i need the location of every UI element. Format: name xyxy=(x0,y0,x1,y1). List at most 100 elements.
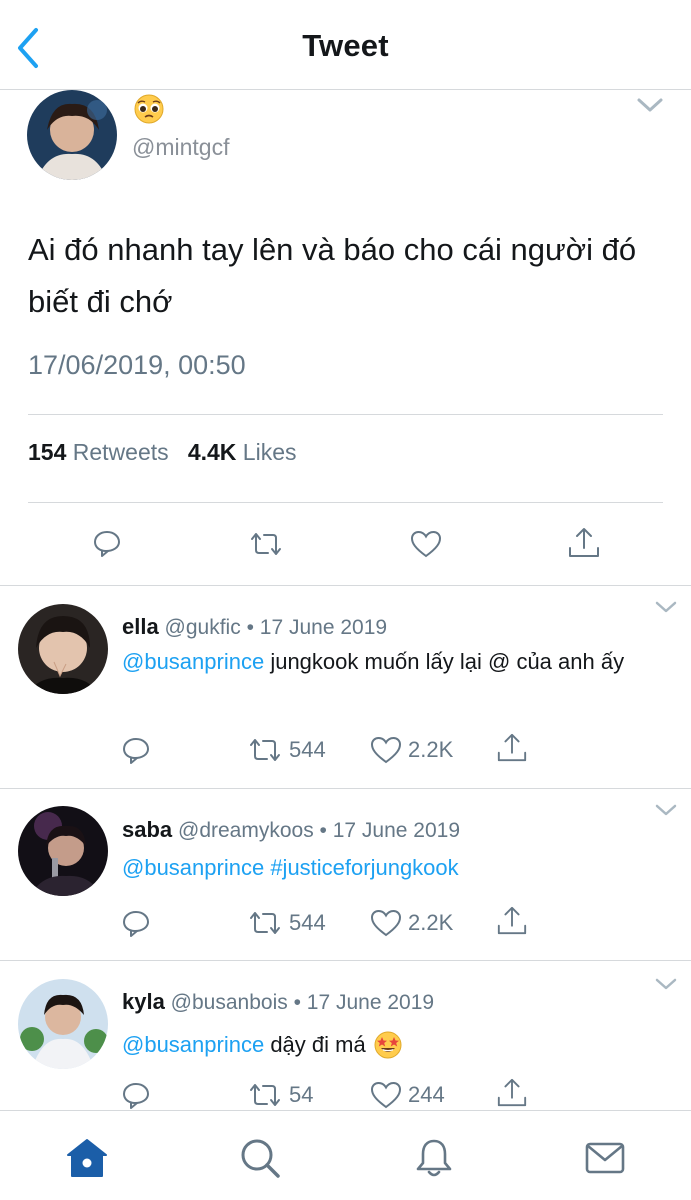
reply-button[interactable] xyxy=(121,908,157,938)
reply-header: saba @dreamykoos • 17 June 2019 xyxy=(122,817,460,843)
reply-tweet[interactable]: kyla @busanbois • 17 June 2019 @busanpri… xyxy=(0,961,691,1110)
chevron-down-icon xyxy=(655,804,677,816)
mention-link[interactable]: @busanprince xyxy=(122,1029,264,1061)
likes-count: 4.4K xyxy=(187,439,237,465)
search-icon xyxy=(241,1139,280,1178)
share-icon xyxy=(497,906,527,935)
reply-date: • 17 June 2019 xyxy=(246,616,388,639)
hashtag-link[interactable]: #justiceforjungkook xyxy=(264,855,458,880)
share-button[interactable] xyxy=(496,1077,534,1109)
share-button[interactable] xyxy=(496,732,534,764)
reply-button[interactable] xyxy=(92,528,122,563)
chevron-down-icon xyxy=(655,601,677,613)
tab-search[interactable] xyxy=(235,1133,285,1183)
share-icon xyxy=(497,733,527,762)
reply-display-name[interactable]: saba xyxy=(122,817,172,842)
star-struck-emoji-icon xyxy=(374,1031,402,1059)
reply-text: @busanprince dậy đi má xyxy=(122,1029,642,1061)
heart-icon xyxy=(370,736,402,764)
avatar[interactable] xyxy=(18,979,108,1069)
avatar[interactable] xyxy=(18,806,108,896)
comment-icon xyxy=(123,1083,150,1109)
reply-handle[interactable]: @gukfic xyxy=(165,616,241,639)
chevron-down-icon xyxy=(655,978,677,990)
home-icon xyxy=(67,1139,107,1177)
retweets-stat[interactable]: 154 Retweets xyxy=(28,439,169,465)
heart-icon xyxy=(370,1081,402,1109)
like-button[interactable]: 244 xyxy=(370,1081,445,1109)
display-name-emoji xyxy=(132,94,168,124)
top-bar: Tweet xyxy=(0,0,691,90)
avatar[interactable] xyxy=(18,604,108,694)
retweet-icon xyxy=(251,533,281,555)
reply-header: ella @gukfic • 17 June 2019 xyxy=(122,614,387,640)
heart-icon xyxy=(410,530,442,558)
reply-text-body: jungkook muốn lấy lại @ của anh ấy xyxy=(264,649,625,674)
likes-label: Likes xyxy=(242,439,297,465)
reply-header: kyla @busanbois • 17 June 2019 xyxy=(122,989,434,1015)
bottom-tab-bar xyxy=(0,1110,691,1200)
heart-icon xyxy=(370,909,402,937)
retweet-icon xyxy=(250,912,280,934)
mention-link[interactable]: @busanprince xyxy=(122,649,264,674)
share-icon xyxy=(569,528,599,557)
divider xyxy=(28,502,663,503)
retweet-icon xyxy=(250,1084,280,1106)
page-title: Tweet xyxy=(302,28,389,63)
reply-display-name[interactable]: ella xyxy=(122,614,159,639)
tab-messages[interactable] xyxy=(580,1133,630,1183)
avatar[interactable] xyxy=(27,90,117,180)
tweet-stats: 154 Retweets 4.4K Likes xyxy=(28,439,297,466)
likes-stat[interactable]: 4.4K Likes xyxy=(188,439,297,465)
reply-button[interactable] xyxy=(121,735,157,765)
chevron-down-icon xyxy=(637,98,663,112)
tab-home[interactable] xyxy=(62,1133,112,1183)
reply-text: @busanprince #justiceforjungkook xyxy=(122,852,642,884)
reply-tweet[interactable]: ella @gukfic • 17 June 2019 @busanprince… xyxy=(0,586,691,789)
main-tweet: @mintgcf Ai đó nhanh tay lên và báo cho … xyxy=(0,90,691,586)
reply-display-name[interactable]: kyla xyxy=(122,989,165,1014)
tweet-text: Ai đó nhanh tay lên và báo cho cái người… xyxy=(28,232,637,319)
main-handle[interactable]: @mintgcf xyxy=(132,134,229,161)
retweet-count: 544 xyxy=(289,910,326,935)
bell-icon xyxy=(416,1139,452,1177)
tweet-options-caret[interactable] xyxy=(654,600,678,619)
retweet-button[interactable]: 544 xyxy=(247,736,326,764)
retweet-icon xyxy=(250,739,280,761)
mention-link[interactable]: @busanprince xyxy=(122,855,264,880)
tweet-options-caret[interactable] xyxy=(654,977,678,996)
tweet-options-caret[interactable] xyxy=(636,96,664,119)
reply-tweet[interactable]: saba @dreamykoos • 17 June 2019 @busanpr… xyxy=(0,789,691,961)
tab-notifications[interactable] xyxy=(409,1133,459,1183)
share-icon xyxy=(497,1078,527,1107)
retweets-label: Retweets xyxy=(72,439,169,465)
like-count: 2.2K xyxy=(408,737,454,762)
retweet-button[interactable]: 544 xyxy=(247,909,326,937)
share-button[interactable] xyxy=(567,526,601,565)
like-button[interactable] xyxy=(410,530,442,563)
reply-handle[interactable]: @dreamykoos xyxy=(178,819,314,842)
reply-text-body: dậy đi má xyxy=(264,1032,366,1057)
retweet-button[interactable]: 54 xyxy=(247,1081,313,1109)
reply-button[interactable] xyxy=(121,1080,157,1110)
comment-icon xyxy=(94,531,121,557)
share-button[interactable] xyxy=(496,905,534,937)
mail-icon xyxy=(585,1142,625,1174)
comment-icon xyxy=(123,738,150,764)
reply-text: @busanprince jungkook muốn lấy lại @ của… xyxy=(122,646,642,678)
like-button[interactable]: 2.2K xyxy=(370,736,453,764)
comment-icon xyxy=(123,911,150,937)
retweet-count: 54 xyxy=(289,1082,314,1107)
like-count: 2.2K xyxy=(408,910,454,935)
retweet-button[interactable] xyxy=(248,530,284,563)
like-button[interactable]: 2.2K xyxy=(370,909,453,937)
reply-handle[interactable]: @busanbois xyxy=(171,991,288,1014)
reply-date: • 17 June 2019 xyxy=(293,991,435,1014)
divider xyxy=(28,414,663,415)
reply-date: • 17 June 2019 xyxy=(319,819,461,842)
tweet-options-caret[interactable] xyxy=(654,803,678,822)
tweet-timestamp: 17/06/2019, 00:50 xyxy=(28,350,246,380)
retweet-count: 544 xyxy=(289,737,326,762)
like-count: 244 xyxy=(408,1082,445,1107)
retweets-count: 154 xyxy=(28,439,67,465)
